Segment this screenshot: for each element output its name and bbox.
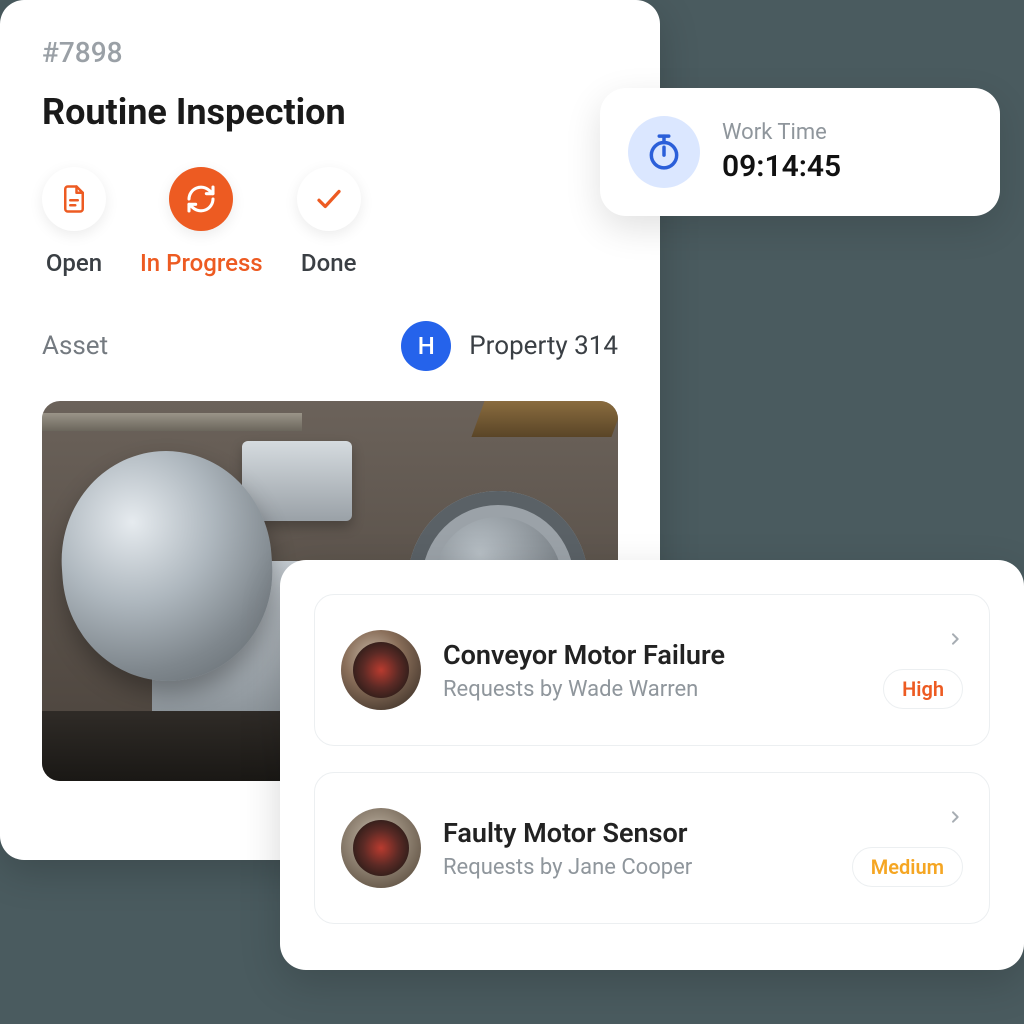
request-subtitle: Requests by Jane Cooper [443,855,830,880]
request-item[interactable]: Conveyor Motor Failure Requests by Wade … [314,594,990,746]
refresh-icon [169,167,233,231]
asset-label: Asset [42,331,383,361]
status-done[interactable]: Done [297,167,361,277]
work-time-value: 09:14:45 [722,149,841,184]
chevron-right-icon[interactable] [947,631,963,647]
check-icon [297,167,361,231]
asset-name: Property 314 [469,331,618,361]
beam-graphic [471,401,618,437]
request-item[interactable]: Faulty Motor Sensor Requests by Jane Coo… [314,772,990,924]
work-time-label: Work Time [722,120,841,145]
status-in-progress[interactable]: In Progress [140,167,263,277]
request-subtitle: Requests by Wade Warren [443,677,861,702]
status-in-progress-label: In Progress [140,249,263,277]
ticket-title: Routine Inspection [42,91,618,133]
request-text: Faulty Motor Sensor Requests by Jane Coo… [443,817,830,880]
document-icon [42,167,106,231]
pipe-graphic [42,413,302,431]
priority-badge: High [883,669,963,709]
request-title: Conveyor Motor Failure [443,639,861,671]
request-right: High [883,631,963,709]
work-time-card: Work Time 09:14:45 [600,88,1000,216]
status-open-label: Open [46,249,102,277]
ticket-id: #7898 [42,36,618,69]
request-text: Conveyor Motor Failure Requests by Wade … [443,639,861,702]
request-thumbnail [341,808,421,888]
chevron-right-icon[interactable] [947,809,963,825]
request-title: Faulty Motor Sensor [443,817,830,849]
status-row: Open In Progress Done [42,167,618,277]
request-right: Medium [852,809,963,887]
asset-badge: H [401,321,451,371]
requests-card: Conveyor Motor Failure Requests by Wade … [280,560,1024,970]
stopwatch-icon [628,116,700,188]
status-open[interactable]: Open [42,167,106,277]
request-thumbnail [341,630,421,710]
priority-badge: Medium [852,847,963,887]
work-time-text: Work Time 09:14:45 [722,120,841,184]
status-done-label: Done [301,249,357,277]
asset-row[interactable]: Asset H Property 314 [42,321,618,371]
